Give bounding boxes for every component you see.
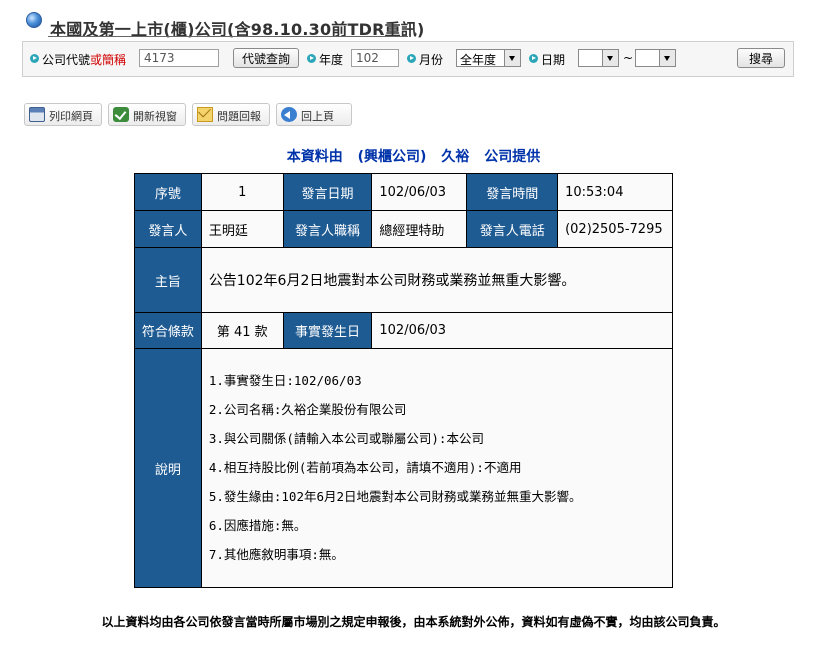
arrow-bullet-icon bbox=[307, 54, 316, 63]
data-provider-line: 本資料由 (興櫃公司) 久裕 公司提供 bbox=[0, 146, 827, 166]
page-header: 本國及第一上市(櫃)公司(含98.10.30前TDR重訊) bbox=[26, 12, 424, 39]
search-button[interactable]: 搜尋 bbox=[737, 48, 785, 68]
lookup-code-button[interactable]: 代號查詢 bbox=[233, 48, 299, 68]
description-line: 2.公司名稱:久裕企業股份有限公司 bbox=[208, 401, 407, 417]
date-range-separator: ~ bbox=[623, 51, 634, 65]
provider-company: 久裕 bbox=[441, 149, 470, 165]
report-issue-button[interactable]: 問題回報 bbox=[192, 103, 270, 126]
date-label: 日期 bbox=[541, 53, 566, 67]
subject-value: 公告102年6月2日地震對本公司財務或業務並無重大影響。 bbox=[200, 247, 674, 313]
report-issue-label: 問題回報 bbox=[217, 110, 261, 123]
company-code-label: 公司代號或簡稱 bbox=[42, 53, 127, 67]
month-select-value: 全年度 bbox=[460, 53, 497, 67]
search-panel: 公司代號或簡稱 代號查詢 年度 月份 全年度 日期 ~ 搜尋 bbox=[22, 41, 794, 77]
description-line: 6.因應措施:無。 bbox=[208, 517, 307, 533]
month-select[interactable]: 全年度 bbox=[456, 49, 521, 67]
date-from-select[interactable] bbox=[578, 49, 619, 67]
description-line: 3.與公司關係(請輸入本公司或聯屬公司):本公司 bbox=[208, 430, 484, 446]
description-list: 1.事實發生日:102/06/03 2.公司名稱:久裕企業股份有限公司 3.與公… bbox=[209, 357, 665, 580]
disclaimer-text: 以上資料均由各公司依發言當時所屬市場別之規定申報後，由本系統對外公佈，資料如有虛… bbox=[101, 615, 726, 629]
table-row: 序號 1 發言日期 102/06/03 發言時間 10:53:04 bbox=[134, 173, 673, 211]
chevron-down-icon[interactable] bbox=[659, 50, 675, 66]
table-row: 主旨 公告102年6月2日地震對本公司財務或業務並無重大影響。 bbox=[134, 247, 674, 313]
clause-value: 第 41 款 bbox=[200, 312, 284, 349]
title-underline bbox=[48, 36, 408, 37]
company-code-input[interactable] bbox=[139, 49, 219, 67]
description-label: 說明 bbox=[134, 348, 202, 588]
date-to-select[interactable] bbox=[635, 49, 676, 67]
back-button[interactable]: 回上頁 bbox=[276, 103, 352, 126]
seq-label: 序號 bbox=[134, 173, 202, 211]
description-line: 5.發生緣由:102年6月2日地震對本公司財務或業務並無重大影響。 bbox=[208, 488, 582, 504]
open-new-window-button[interactable]: 開新視窗 bbox=[108, 103, 186, 126]
printer-icon bbox=[29, 107, 45, 122]
table-row: 符合條款 第 41 款 事實發生日 102/06/03 bbox=[134, 312, 673, 349]
back-arrow-icon bbox=[281, 107, 297, 122]
globe-icon bbox=[26, 12, 42, 28]
event-date-label: 事實發生日 bbox=[282, 312, 373, 349]
print-page-label: 列印網頁 bbox=[49, 110, 93, 123]
event-date-value: 102/06/03 bbox=[371, 312, 673, 349]
speaker-title-label: 發言人職稱 bbox=[282, 210, 373, 248]
chevron-down-icon[interactable] bbox=[504, 50, 520, 66]
year-input[interactable] bbox=[351, 49, 399, 67]
announce-date-label: 發言日期 bbox=[282, 173, 373, 211]
speaker-phone-value: (02)2505-7295 bbox=[557, 210, 673, 248]
back-label: 回上頁 bbox=[301, 110, 334, 123]
speaker-title-value: 總經理特助 bbox=[371, 210, 468, 248]
arrow-bullet-icon bbox=[30, 54, 39, 63]
provider-prefix: 本資料由 bbox=[286, 149, 343, 165]
description-line: 4.相互持股比例(若前項為本公司，請填不適用):不適用 bbox=[208, 459, 522, 475]
announce-time-label: 發言時間 bbox=[466, 173, 559, 211]
month-label: 月份 bbox=[419, 53, 444, 67]
description-line: 7.其他應敘明事項:無。 bbox=[208, 546, 344, 562]
description-cell: 1.事實發生日:102/06/03 2.公司名稱:久裕企業股份有限公司 3.與公… bbox=[200, 348, 674, 588]
provider-suffix: 公司提供 bbox=[484, 149, 541, 165]
open-new-window-label: 開新視窗 bbox=[133, 110, 177, 123]
speaker-value: 王明廷 bbox=[200, 210, 284, 248]
description-line: 1.事實發生日:102/06/03 bbox=[208, 372, 362, 388]
announce-date-value: 102/06/03 bbox=[371, 173, 468, 211]
envelope-icon bbox=[197, 107, 213, 122]
table-row: 說明 1.事實發生日:102/06/03 2.公司名稱:久裕企業股份有限公司 3… bbox=[134, 348, 674, 588]
checkmark-icon bbox=[113, 107, 129, 122]
chevron-down-icon[interactable] bbox=[602, 50, 618, 66]
print-page-button[interactable]: 列印網頁 bbox=[24, 103, 102, 126]
table-row: 發言人 王明廷 發言人職稱 總經理特助 發言人電話 (02)2505-7295 bbox=[134, 210, 673, 248]
arrow-bullet-icon bbox=[529, 54, 538, 63]
seq-value: 1 bbox=[200, 173, 284, 211]
clause-label: 符合條款 bbox=[134, 312, 202, 349]
announce-time-value: 10:53:04 bbox=[557, 173, 673, 211]
arrow-bullet-icon bbox=[407, 54, 416, 63]
announcement-table: 序號 1 發言日期 102/06/03 發言時間 10:53:04 發言人 王明… bbox=[134, 173, 674, 588]
year-label: 年度 bbox=[319, 53, 344, 67]
speaker-phone-label: 發言人電話 bbox=[466, 210, 559, 248]
subject-label: 主旨 bbox=[134, 247, 202, 313]
provider-type: (興櫃公司) bbox=[357, 149, 427, 165]
speaker-label: 發言人 bbox=[134, 210, 202, 248]
